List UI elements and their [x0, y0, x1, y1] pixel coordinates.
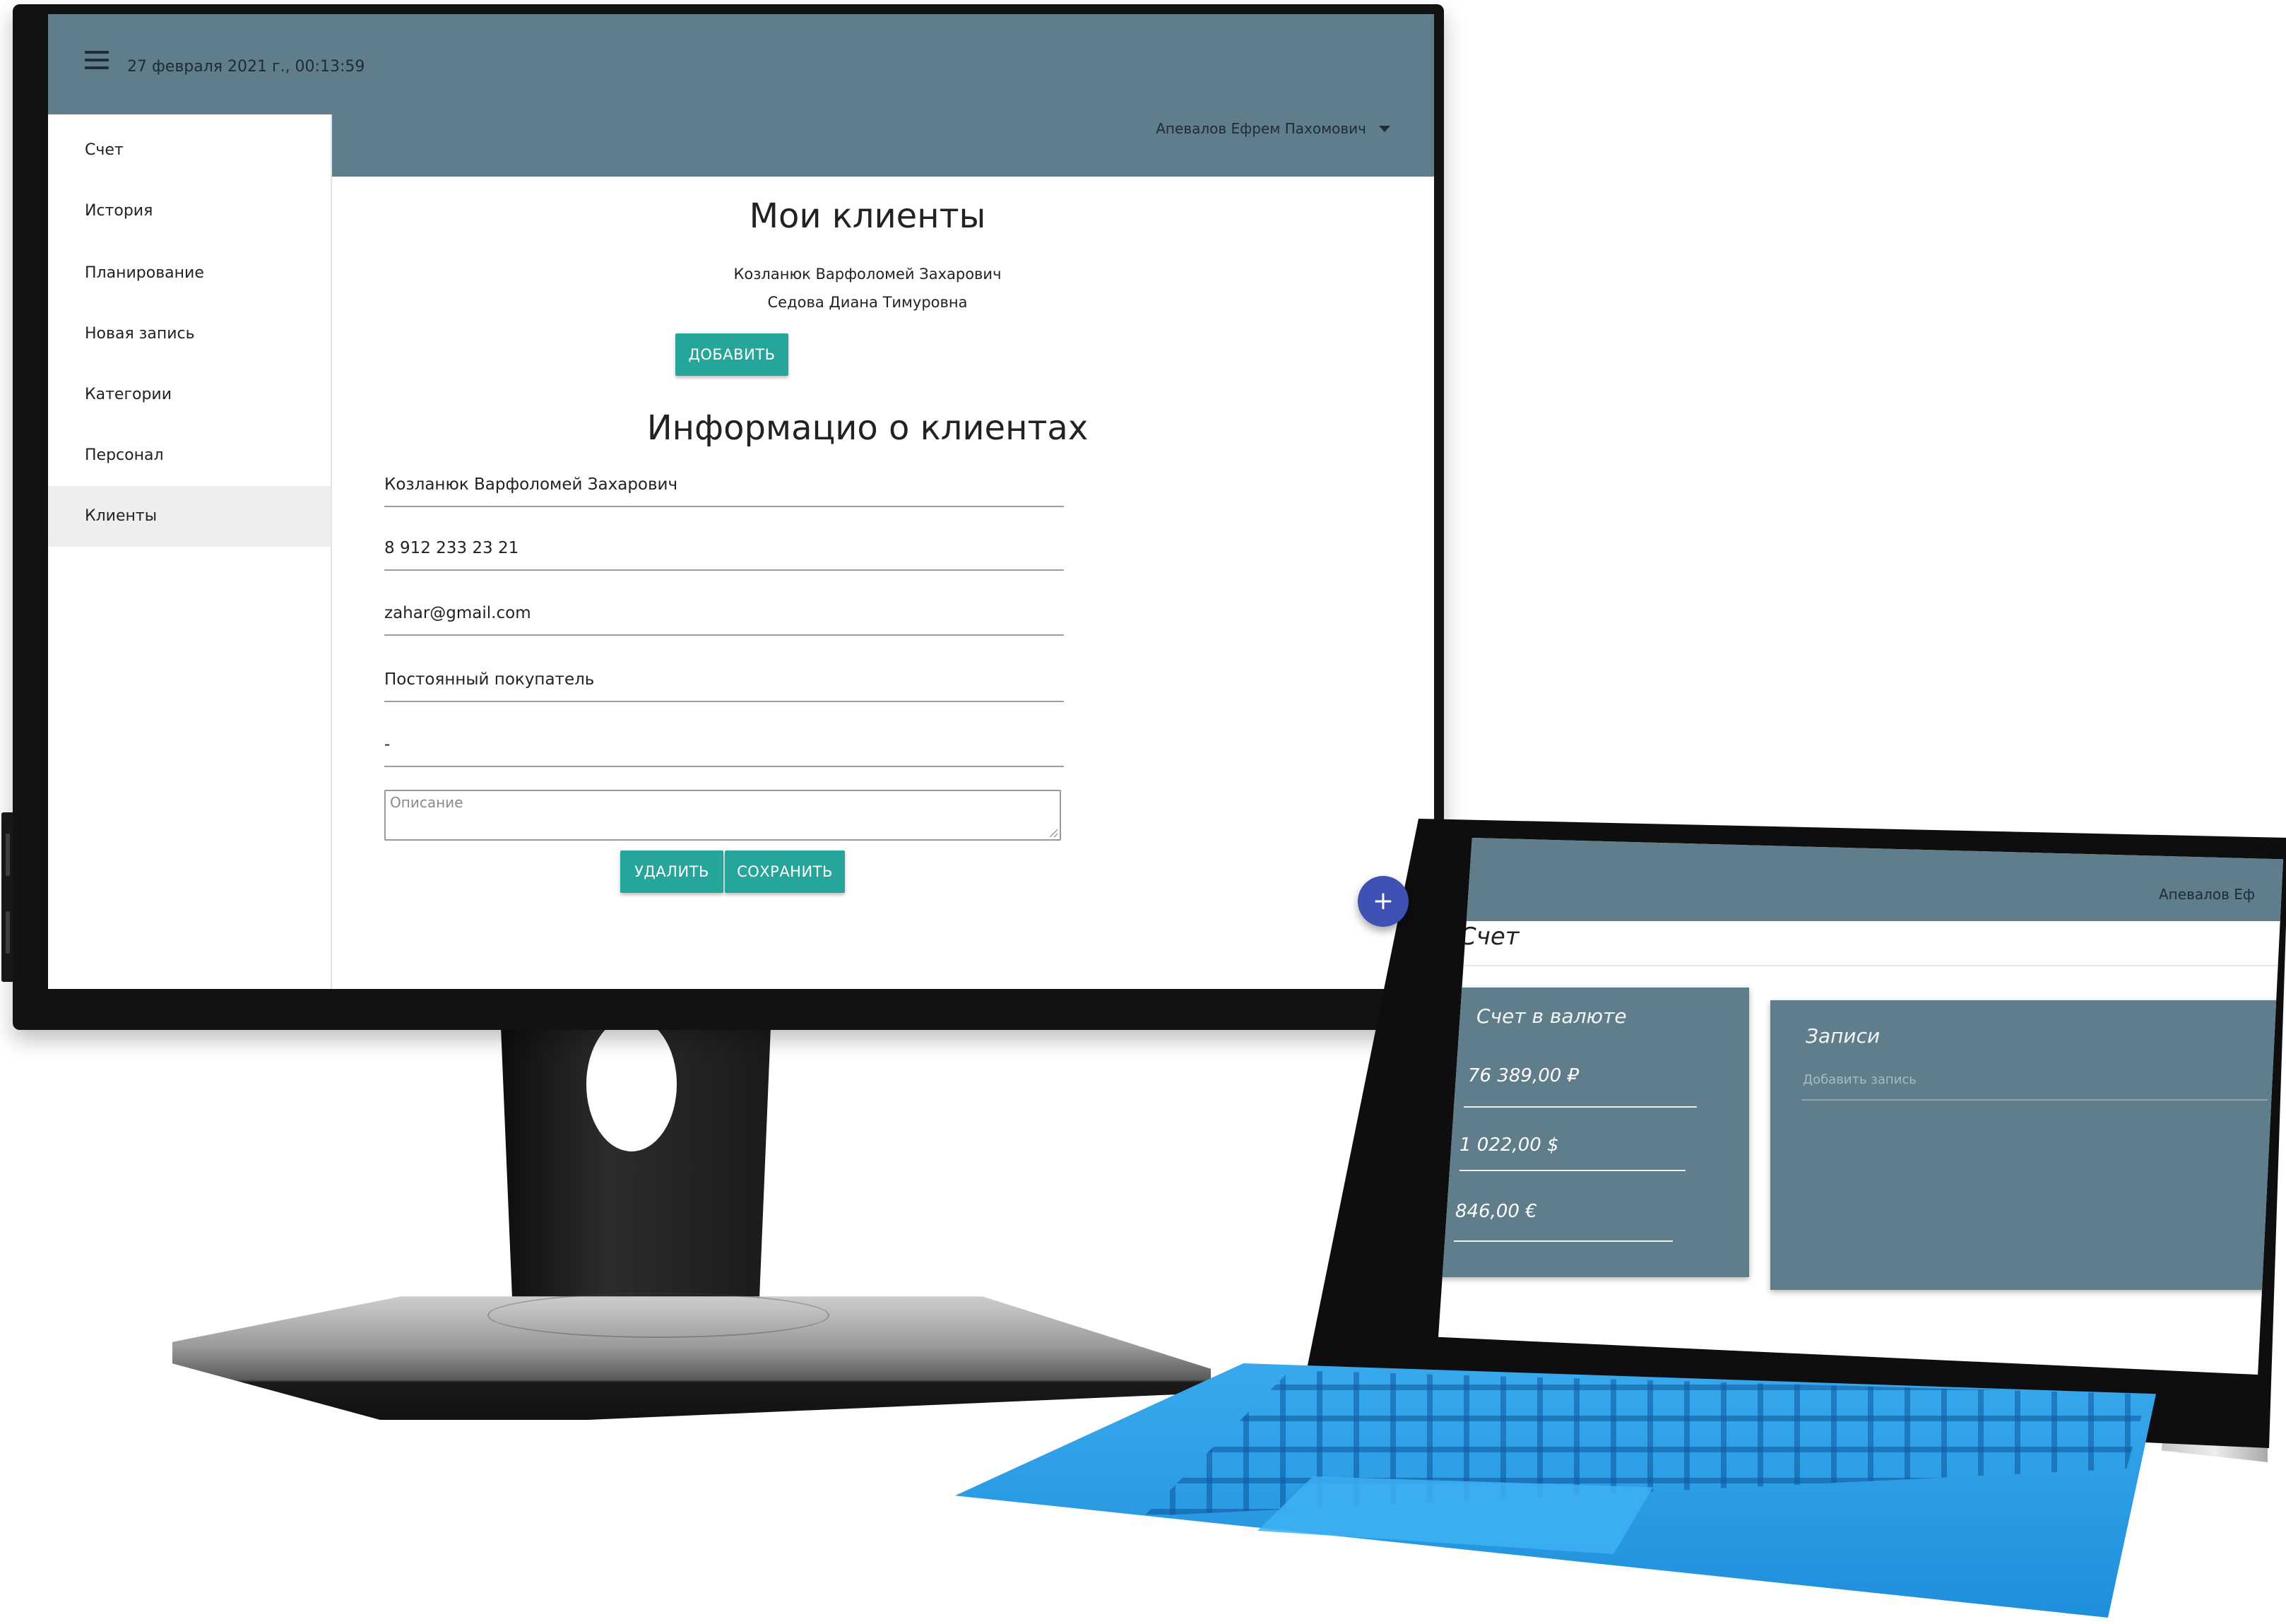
- monitor-screen: 27 февраля 2021 г., 00:13:59 Апевалов Еф…: [48, 14, 1434, 989]
- currency-value-rub: 76 389,00 ₽: [1468, 1065, 1580, 1086]
- currency-value-usd: 1 022,00 $: [1459, 1134, 1559, 1156]
- user-menu[interactable]: Апевалов Ефрем Пахомович: [1156, 120, 1366, 137]
- client-email-field[interactable]: zahar@gmail.com: [384, 592, 1064, 636]
- monitor-stand-cutout: [586, 1017, 677, 1151]
- client-list-item[interactable]: Седова Диана Тимуровна: [599, 294, 1136, 311]
- tablet-page-title: Счет: [1459, 923, 1520, 951]
- port: [6, 834, 10, 876]
- currency-card: Счет в валюте 76 389,00 ₽ 1 022,00 $ 846…: [1438, 988, 1749, 1277]
- sidebar-item-account[interactable]: Счет: [48, 120, 331, 181]
- tablet-user-menu[interactable]: Апевалов Еф: [2159, 886, 2255, 903]
- divider: [1454, 1240, 1673, 1242]
- records-card: Записи Добавить запись: [1770, 1000, 2283, 1290]
- delete-button[interactable]: УДАЛИТЬ: [620, 850, 723, 893]
- add-fab-button[interactable]: +: [1358, 876, 1409, 927]
- client-phone-field[interactable]: 8 912 233 23 21: [384, 527, 1064, 571]
- port: [6, 911, 10, 954]
- sidebar: Счет История Планирование Новая запись К…: [48, 114, 332, 989]
- divider: [1459, 965, 2279, 966]
- monitor-stand-disc: [487, 1293, 829, 1338]
- device-mockup-scene: 27 февраля 2021 г., 00:13:59 Апевалов Еф…: [0, 0, 2286, 1624]
- sidebar-item-categories[interactable]: Категории: [48, 364, 331, 425]
- description-placeholder: Описание: [390, 794, 463, 811]
- client-list-item[interactable]: Козланюк Варфоломей Захарович: [599, 266, 1136, 283]
- header-datetime: 27 февраля 2021 г., 00:13:59: [127, 58, 365, 76]
- client-status-field[interactable]: Постоянный покупатель: [384, 658, 1064, 702]
- menu-icon[interactable]: [85, 51, 109, 69]
- tablet-screen: Апевалов Еф Счет Счет в валюте 76 389,00…: [1438, 838, 2283, 1375]
- chevron-down-icon[interactable]: [1379, 126, 1390, 132]
- sidebar-item-new-record[interactable]: Новая запись: [48, 304, 331, 364]
- currency-value-eur: 846,00 €: [1455, 1201, 1537, 1222]
- sidebar-item-clients[interactable]: Клиенты: [48, 486, 331, 547]
- add-client-button[interactable]: ДОБАВИТЬ: [675, 333, 788, 376]
- records-card-title: Записи: [1806, 1024, 1881, 1048]
- sidebar-item-history[interactable]: История: [48, 181, 331, 242]
- sidebar-item-planning[interactable]: Планирование: [48, 243, 331, 304]
- sidebar-item-staff[interactable]: Персонал: [48, 425, 331, 486]
- divider: [1459, 1170, 1686, 1171]
- client-name-field[interactable]: Козланюк Варфоломей Захарович: [384, 463, 1064, 507]
- keyboard-trackpad: [1257, 1476, 1653, 1554]
- client-extra-field[interactable]: -: [384, 723, 1064, 767]
- divider: [1801, 1099, 2268, 1101]
- clients-title: Мои клиенты: [749, 196, 986, 236]
- client-info-title: Информацио о клиентах: [646, 408, 1089, 448]
- divider: [1464, 1106, 1697, 1108]
- description-textarea[interactable]: Описание: [384, 790, 1061, 841]
- save-button[interactable]: СОХРАНИТЬ: [725, 850, 845, 893]
- add-record-input[interactable]: Добавить запись: [1803, 1072, 1917, 1087]
- currency-card-title: Счет в валюте: [1476, 1004, 1627, 1028]
- resize-handle-icon[interactable]: [1049, 829, 1058, 837]
